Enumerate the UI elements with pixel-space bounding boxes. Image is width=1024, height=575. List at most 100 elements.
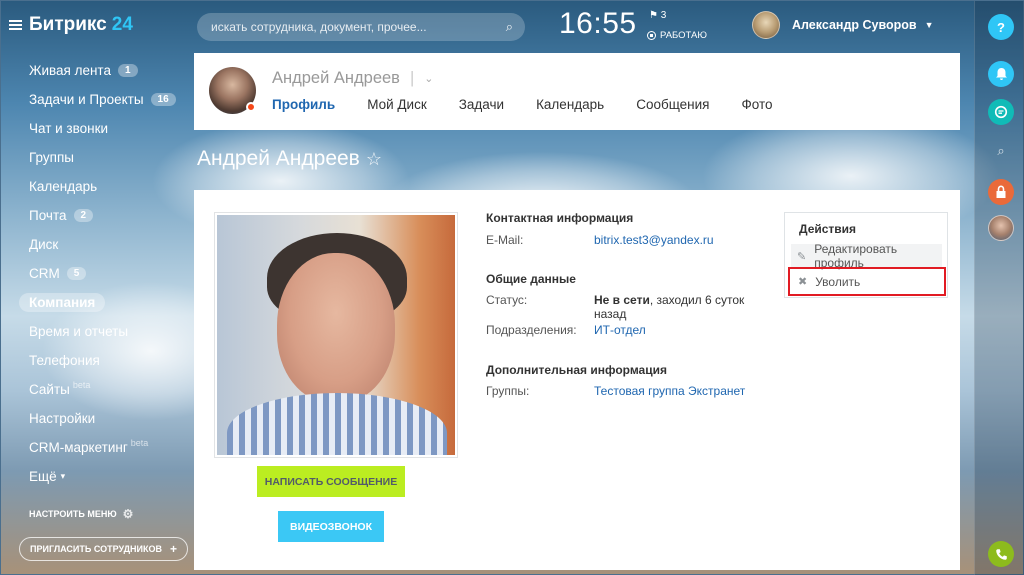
sidebar-item[interactable]: Живая лента 1 <box>19 56 176 85</box>
flag-count-value: 3 <box>660 10 667 21</box>
status-last-seen-2: назад <box>594 307 627 321</box>
setup-menu-label: НАСТРОИТЬ МЕНЮ <box>29 509 117 519</box>
actions-title: Действия <box>799 222 857 236</box>
clock[interactable]: 16:55 <box>559 7 637 41</box>
avatar[interactable] <box>752 11 780 39</box>
divider: | <box>409 69 415 87</box>
profile-card: НАПИСАТЬ СООБЩЕНИЕ ВИДЕОЗВОНОК Контактна… <box>194 190 960 570</box>
sidebar-item-label: CRM <box>29 266 60 281</box>
groups-row: Группы: Тестовая группа Экстранет <box>486 384 776 398</box>
sidebar-item-label: Сайты <box>29 382 70 397</box>
sidebar-item[interactable]: Компания <box>19 288 176 317</box>
sidebar-item-label: Живая лента <box>29 63 111 78</box>
sidebar-item[interactable]: Чат и звонки <box>19 114 176 143</box>
profile-tab[interactable]: Календарь <box>536 97 604 112</box>
menu-burger-icon[interactable] <box>9 20 22 30</box>
left-sidebar: Битрикс 24 Живая лента 1 Задачи и Проекты 1… <box>1 1 191 575</box>
plus-icon: + <box>170 542 178 556</box>
counter-badge: 16 <box>150 93 176 106</box>
status-row: Статус: Не в сети, заходил 6 суток назад <box>486 293 776 321</box>
sidebar-item[interactable]: CRM 5 <box>19 259 176 288</box>
sidebar-item[interactable]: Сайты beta <box>19 375 176 404</box>
profile-name-row: Андрей Андреев | ⌄ <box>272 69 433 88</box>
group-link[interactable]: Тестовая группа Экстранет <box>594 384 745 398</box>
email-link[interactable]: bitrix.test3@yandex.ru <box>594 233 714 247</box>
profile-name: Андрей Андреев <box>272 69 400 87</box>
lock-icon[interactable] <box>988 179 1014 205</box>
sidebar-item[interactable]: Время и отчеты <box>19 317 176 346</box>
contact-info-title: Контактная информация <box>486 211 634 225</box>
sidebar-item[interactable]: Диск <box>19 230 176 259</box>
status-offline: Не в сети <box>594 293 650 307</box>
sidebar-item[interactable]: Ещё ▾ <box>19 462 176 491</box>
search-icon[interactable]: ⌕ <box>506 19 513 35</box>
logo-text[interactable]: Битрикс <box>29 14 107 36</box>
profile-tab[interactable]: Задачи <box>459 97 504 112</box>
video-call-button[interactable]: ВИДЕОЗВОНОК <box>278 511 384 542</box>
beta-badge: beta <box>72 379 91 390</box>
sidebar-item-label: Группы <box>29 150 74 165</box>
sidebar-item[interactable]: Телефония <box>19 346 176 375</box>
setup-menu-button[interactable]: НАСТРОИТЬ МЕНЮ ⚙ <box>29 507 133 521</box>
status-value: Не в сети, заходил 6 суток назад <box>594 293 744 321</box>
bell-icon[interactable] <box>988 61 1014 87</box>
sidebar-item[interactable]: CRM-маркетинг beta <box>19 433 176 462</box>
photo-shirt <box>227 393 447 455</box>
user-name[interactable]: Александр Суворов <box>792 18 917 32</box>
beta-badge: beta <box>130 437 149 448</box>
general-info-title: Общие данные <box>486 272 576 286</box>
sidebar-item-label: Телефония <box>29 353 100 368</box>
department-label: Подразделения: <box>486 323 577 337</box>
sidebar-item-label: Диск <box>29 237 59 252</box>
work-status[interactable]: РАБОТАЮ <box>647 30 707 41</box>
star-icon[interactable]: ☆ <box>366 149 382 170</box>
search-icon[interactable]: ⌕ <box>988 138 1014 164</box>
profile-photo[interactable] <box>217 215 455 455</box>
edit-profile-button[interactable]: ✎ Редактировать профиль <box>791 242 942 270</box>
sidebar-item[interactable]: Почта 2 <box>19 201 176 230</box>
fire-employee-label: Уволить <box>815 274 861 289</box>
page-title-text: Андрей Андреев <box>197 147 360 170</box>
invite-label: ПРИГЛАСИТЬ СОТРУДНИКОВ <box>30 544 163 554</box>
profile-tabs: Профиль Мой Диск Задачи Календарь Сообщения Ф… <box>272 97 805 112</box>
avatar[interactable] <box>209 67 256 114</box>
search-box[interactable]: ⌕ <box>197 13 525 41</box>
send-message-button[interactable]: НАПИСАТЬ СООБЩЕНИЕ <box>257 466 405 497</box>
extra-info-title: Дополнительная информация <box>486 363 667 377</box>
chevron-down-icon[interactable]: ▼ <box>925 20 934 30</box>
sidebar-item-label: Компания <box>19 293 106 312</box>
fire-employee-button[interactable]: ✖ Уволить <box>788 267 946 296</box>
phone-icon[interactable] <box>988 541 1014 567</box>
photo-face <box>277 253 395 403</box>
profile-tab[interactable]: Профиль <box>272 97 335 112</box>
profile-tab[interactable]: Фото <box>741 97 772 112</box>
sidebar-item-label: Чат и звонки <box>29 121 109 136</box>
counter-badge: 5 <box>66 267 87 280</box>
status-last-seen: , заходил 6 суток <box>649 293 745 307</box>
flag-counter[interactable]: ⚑ 3 <box>649 10 666 21</box>
invite-employees-button[interactable]: ПРИГЛАСИТЬ СОТРУДНИКОВ + <box>19 537 189 561</box>
sidebar-item[interactable]: Задачи и Проекты 16 <box>19 85 176 114</box>
sidebar-item-label: Задачи и Проекты <box>29 92 144 107</box>
search-input[interactable] <box>211 20 506 34</box>
profile-header: Андрей Андреев | ⌄ Профиль Мой Диск Задачи… <box>194 53 960 130</box>
chat-icon[interactable] <box>988 99 1014 125</box>
status-dot-icon <box>246 102 256 112</box>
chevron-down-icon[interactable]: ⌄ <box>424 72 433 85</box>
logo-number[interactable]: 24 <box>112 14 133 36</box>
sidebar-item-label: Настройки <box>29 411 96 426</box>
profile-photo-frame <box>214 212 458 458</box>
user-menu[interactable]: Александр Суворов ▼ <box>752 11 934 39</box>
profile-tab[interactable]: Мой Диск <box>367 97 427 112</box>
sidebar-item-label: Время и отчеты <box>29 324 129 339</box>
email-label: E-Mail: <box>486 233 524 247</box>
profile-tab[interactable]: Сообщения <box>636 97 709 112</box>
sidebar-item[interactable]: Настройки <box>19 404 176 433</box>
help-icon[interactable]: ? <box>988 14 1014 40</box>
pencil-icon: ✎ <box>797 250 807 263</box>
gear-icon[interactable]: ⚙ <box>123 507 134 521</box>
sidebar-item[interactable]: Календарь <box>19 172 176 201</box>
avatar[interactable] <box>988 215 1014 241</box>
sidebar-item[interactable]: Группы <box>19 143 176 172</box>
department-link[interactable]: ИТ-отдел <box>594 323 646 337</box>
